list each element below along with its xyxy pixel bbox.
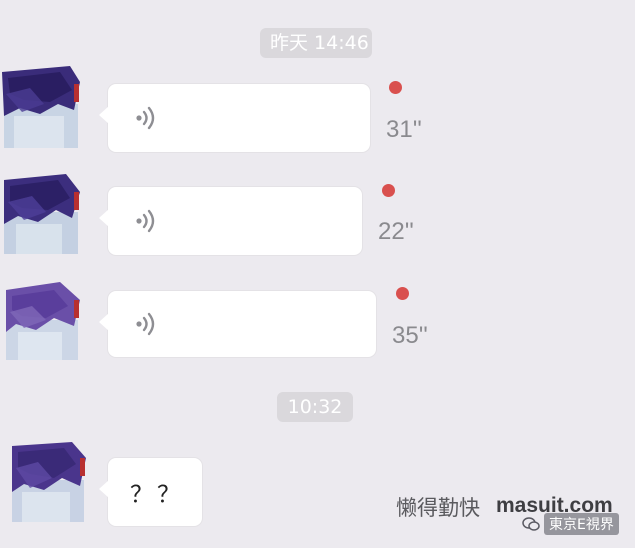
text-message-bubble[interactable]: ？？: [99, 458, 202, 526]
voice-message-bubble[interactable]: [99, 84, 370, 152]
message-text: ？？: [130, 482, 184, 508]
badge-text: 東京E視界: [544, 513, 619, 535]
timestamp-pill: 昨天 14:46: [260, 28, 372, 58]
unread-dot: [382, 184, 395, 197]
timestamp-text: 昨天 14:46: [270, 32, 369, 54]
watermark-cn-text: 懒得勤快: [396, 496, 480, 520]
timestamp-pill: 10:32: [277, 392, 353, 422]
unread-dot: [396, 287, 409, 300]
voice-wave-icon: [136, 106, 155, 130]
voice-duration: 22'': [378, 218, 414, 245]
unread-dot: [389, 81, 402, 94]
source-badge: 東京E視界: [522, 512, 619, 536]
voice-wave-icon: [136, 209, 155, 233]
avatar[interactable]: [0, 64, 82, 148]
avatar-image-icon: [0, 276, 82, 360]
voice-message-bubble[interactable]: [99, 187, 362, 255]
avatar[interactable]: [8, 438, 90, 522]
avatar[interactable]: [0, 276, 82, 360]
avatar-image-icon: [8, 438, 90, 522]
wechat-chat-icon: [522, 517, 540, 531]
timestamp-text: 10:32: [287, 396, 343, 418]
avatar[interactable]: [0, 170, 82, 254]
voice-duration: 35'': [392, 322, 428, 349]
voice-message-bubble[interactable]: [99, 291, 376, 357]
voice-wave-icon: [136, 312, 155, 336]
avatar-image-icon: [0, 64, 82, 148]
avatar-image-icon: [0, 170, 82, 254]
chat-window: 昨天 14:46 31'' 22'' 35'' 10:32 ？？ 懒得勤快 ma…: [0, 0, 635, 548]
voice-duration: 31'': [386, 116, 422, 143]
